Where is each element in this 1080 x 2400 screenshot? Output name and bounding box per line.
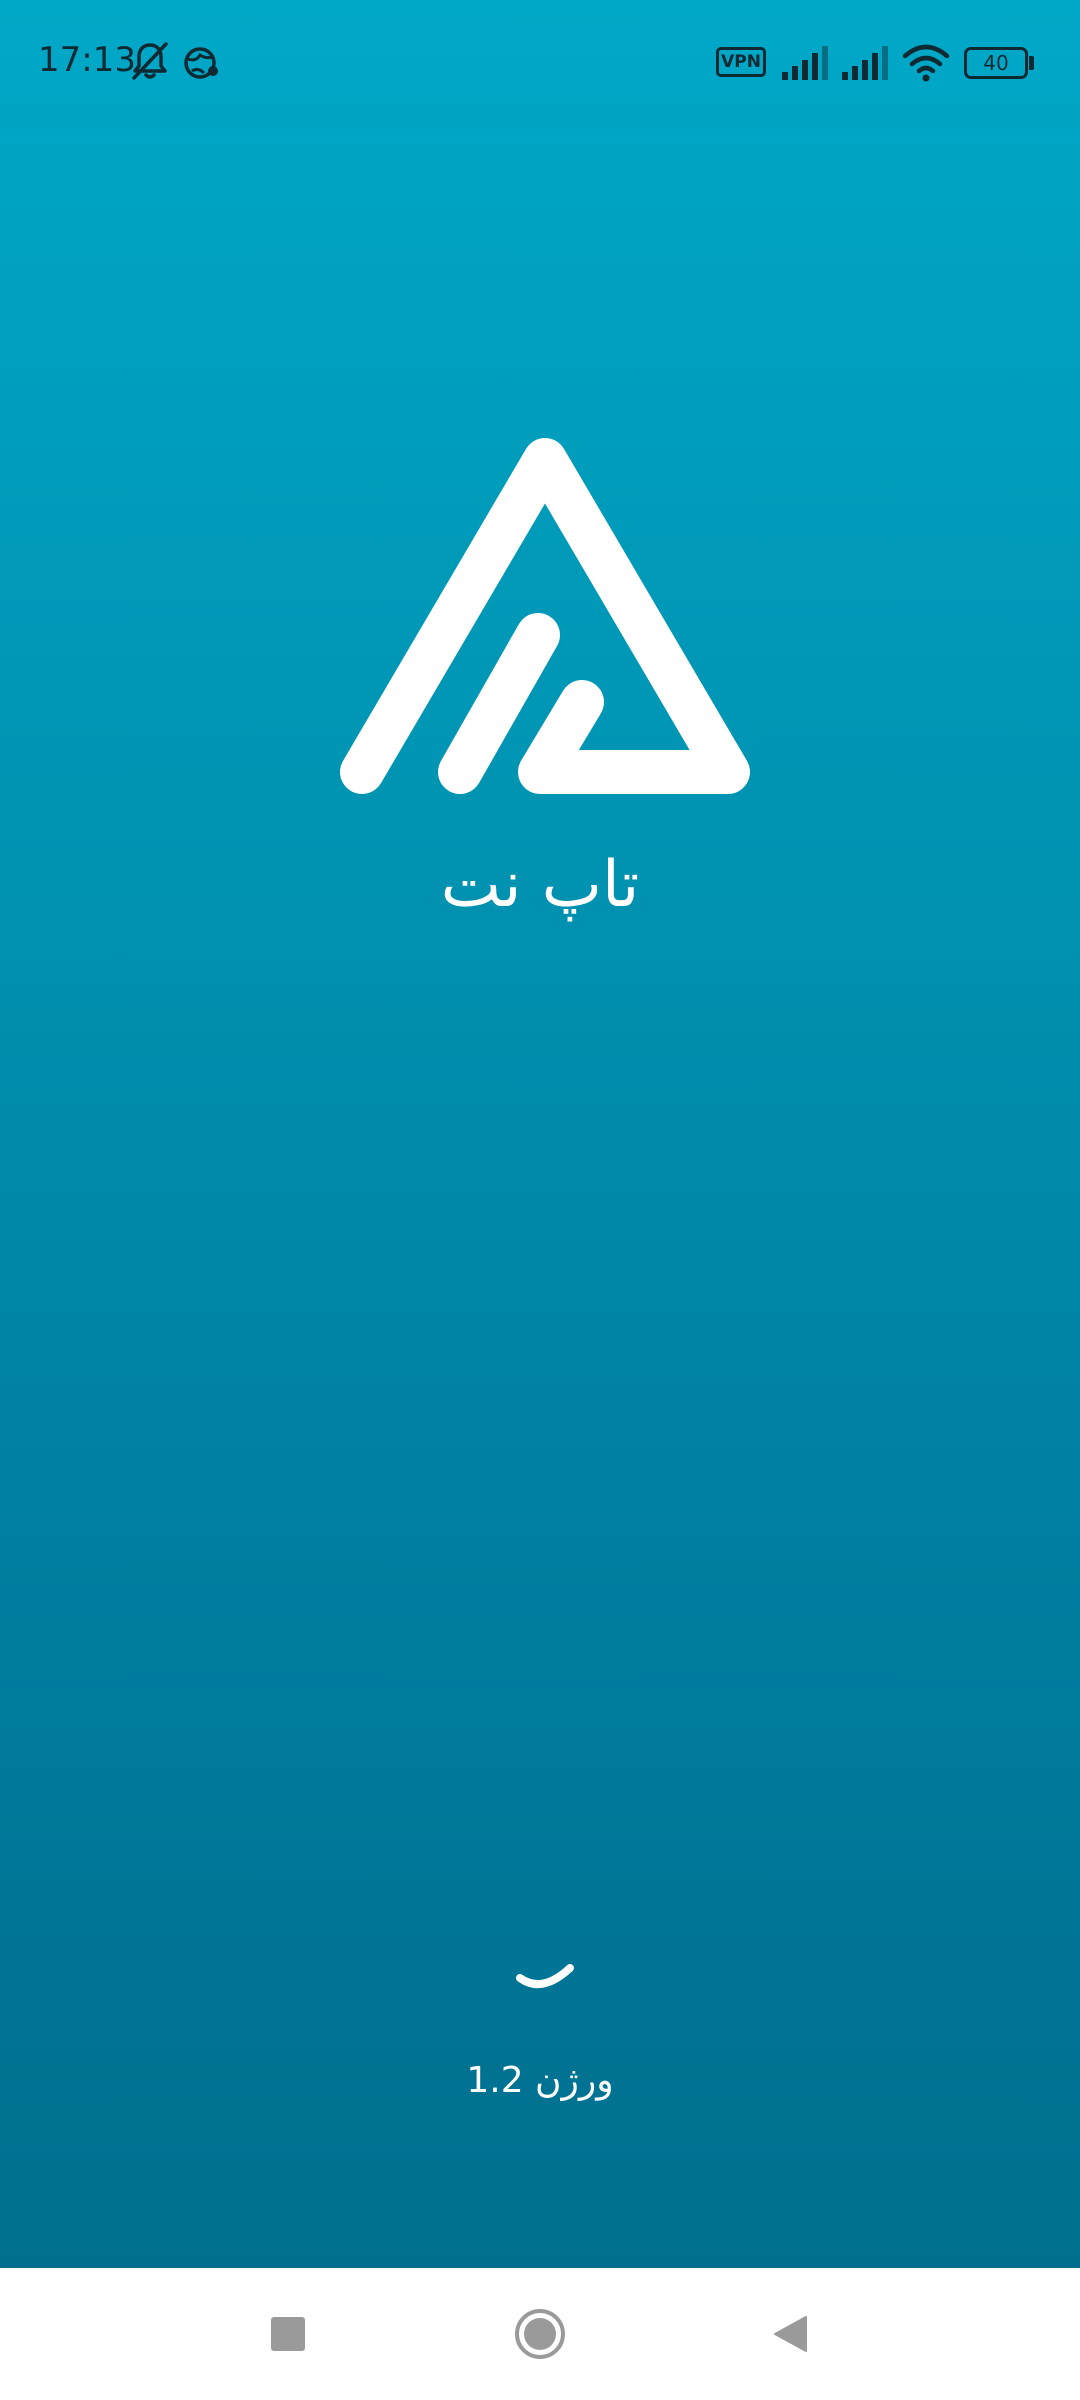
back-button[interactable] xyxy=(752,2296,828,2372)
home-button[interactable] xyxy=(502,2296,578,2372)
app-title: تاپ نت xyxy=(440,848,640,922)
signal-icon xyxy=(782,46,828,80)
loading-spinner-icon xyxy=(516,1964,574,1989)
notifications-off-icon xyxy=(132,42,168,80)
status-time: 17:13 xyxy=(38,40,136,80)
splash-screen: 17:13 VPN 40 تاپ نت ورژن 1.2 xyxy=(0,0,1080,2268)
navigation-bar xyxy=(0,2268,1080,2400)
status-bar: 17:13 VPN 40 xyxy=(0,0,1080,130)
triangle-back-icon xyxy=(774,2316,807,2352)
vpn-icon: VPN xyxy=(716,47,766,77)
version-label: ورژن 1.2 xyxy=(466,2060,614,2101)
battery-icon: 40 xyxy=(964,47,1028,79)
signal-icon xyxy=(842,46,888,80)
circle-icon xyxy=(515,2309,565,2359)
battery-nub xyxy=(1029,56,1034,70)
app-logo xyxy=(340,438,750,794)
wifi-icon xyxy=(902,44,950,82)
globe-icon xyxy=(184,47,218,79)
square-icon xyxy=(271,2317,305,2351)
recents-button[interactable] xyxy=(250,2296,326,2372)
